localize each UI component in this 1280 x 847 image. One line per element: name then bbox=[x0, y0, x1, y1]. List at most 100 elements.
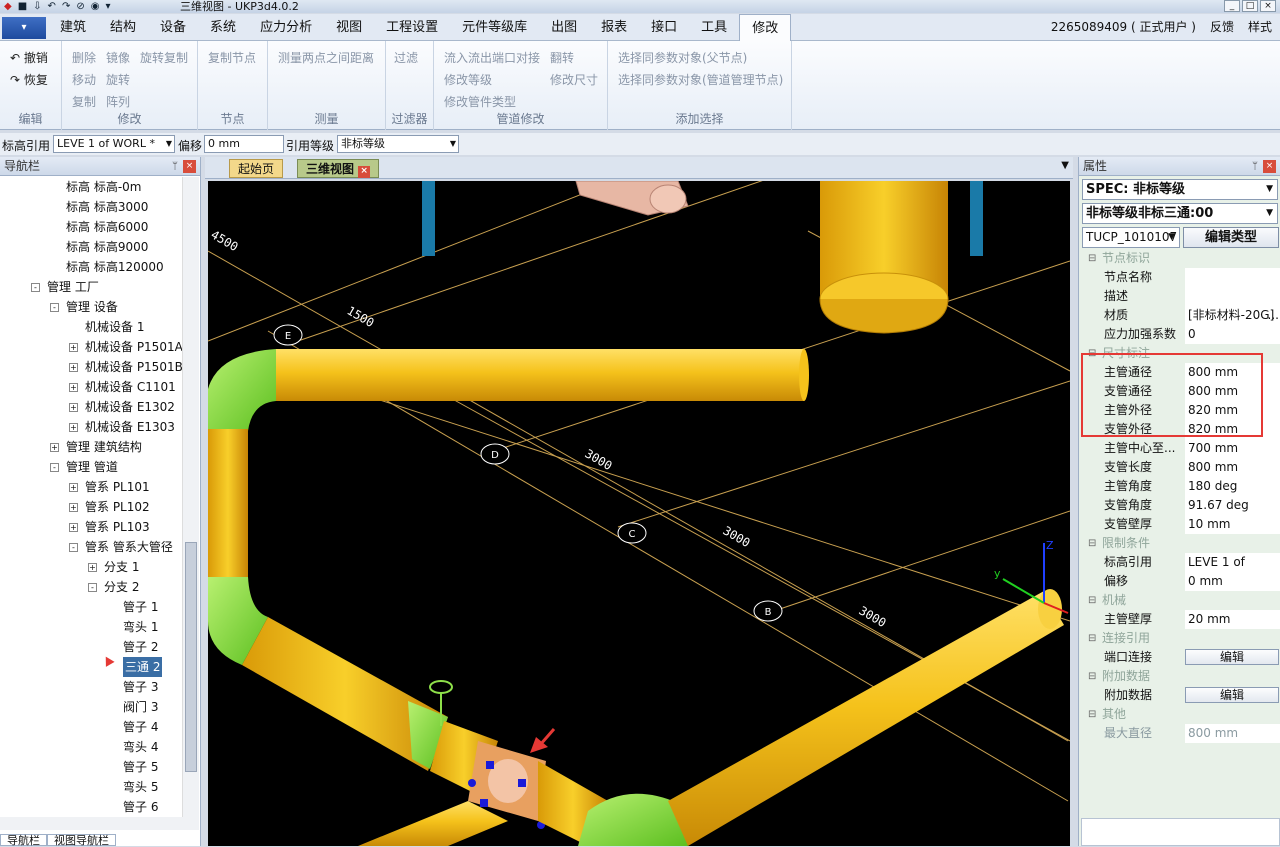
expand-icon[interactable]: + bbox=[69, 363, 78, 372]
tab-1[interactable]: 结构 bbox=[98, 14, 148, 41]
property-value[interactable]: 10 mm bbox=[1185, 515, 1280, 534]
style-menu[interactable]: 样式 bbox=[1248, 14, 1272, 41]
property-category[interactable]: ⊟ 连接引用 bbox=[1082, 629, 1280, 648]
property-value[interactable] bbox=[1185, 268, 1280, 287]
property-value[interactable] bbox=[1185, 287, 1280, 306]
collapse-icon[interactable]: - bbox=[69, 543, 78, 552]
expand-icon[interactable]: + bbox=[69, 503, 78, 512]
property-value[interactable]: 180 deg bbox=[1185, 477, 1280, 496]
expand-icon[interactable]: + bbox=[69, 383, 78, 392]
tab-6[interactable]: 工程设置 bbox=[374, 14, 450, 41]
tree-node[interactable]: 机械设备 E1302 bbox=[85, 397, 175, 417]
tree-node[interactable]: 分支 2 bbox=[104, 577, 139, 597]
tab-7[interactable]: 元件等级库 bbox=[450, 14, 539, 41]
edit-type-button[interactable]: 编辑类型 bbox=[1183, 227, 1279, 248]
port-align-button[interactable]: 流入流出端口对接 bbox=[444, 49, 540, 66]
modify-grade-button[interactable]: 修改等级 bbox=[444, 71, 492, 88]
code-combo[interactable]: TUCP_1010107 ▼ bbox=[1082, 227, 1180, 248]
select-same-pipe-button[interactable]: 选择同参数对象(管道管理节点) bbox=[618, 71, 783, 88]
property-category[interactable]: ⊟ 其他 bbox=[1082, 705, 1280, 724]
collapse-icon[interactable]: ⊟ bbox=[1088, 591, 1096, 610]
flip-button[interactable]: 翻转 bbox=[550, 49, 574, 66]
tabs-dropdown-icon[interactable]: ▼ bbox=[1061, 160, 1069, 171]
modify-size-button[interactable]: 修改尺寸 bbox=[550, 71, 598, 88]
property-value[interactable]: [非标材料-20G]... bbox=[1185, 306, 1280, 325]
tree-node[interactable]: 管理 管道 bbox=[66, 457, 118, 477]
pipe-top[interactable] bbox=[276, 349, 809, 401]
grade-fitting-combo[interactable]: 非标等级非标三通:00 ▼ bbox=[1082, 203, 1278, 224]
tree-node[interactable]: 分支 1 bbox=[104, 557, 139, 577]
array-button[interactable]: 阵列 bbox=[106, 93, 130, 110]
tree-node[interactable]: 管子 5 bbox=[123, 757, 158, 777]
equipment-pump[interactable] bbox=[575, 181, 689, 216]
app-logo-icon[interactable]: ◆ bbox=[4, 0, 12, 13]
tab-12[interactable]: 修改 bbox=[739, 14, 792, 42]
tree-node[interactable]: 管子 3 bbox=[123, 677, 158, 697]
expand-icon[interactable]: + bbox=[69, 423, 78, 432]
property-value[interactable]: 800 mm bbox=[1185, 458, 1280, 477]
tree-node[interactable]: 管子 6 bbox=[123, 797, 158, 817]
collapse-icon[interactable]: - bbox=[31, 283, 40, 292]
pipe-branch[interactable] bbox=[358, 801, 508, 846]
copy-button[interactable]: 复制 bbox=[72, 93, 96, 110]
more-button[interactable]: ... bbox=[1265, 306, 1279, 325]
expand-icon[interactable]: + bbox=[69, 403, 78, 412]
pipe-vertical[interactable] bbox=[208, 429, 248, 579]
collapse-icon[interactable]: - bbox=[50, 303, 59, 312]
undo-quick-icon[interactable]: ↶ bbox=[48, 0, 56, 13]
grade-combo[interactable]: 非标等级 ▼ bbox=[337, 135, 459, 153]
spec-combo[interactable]: SPEC: 非标等级 ▼ bbox=[1082, 179, 1278, 200]
tab-11[interactable]: 工具 bbox=[689, 14, 739, 41]
3d-viewport[interactable]: 4500 1500 3000 3000 3000 E D C B Z y bbox=[208, 181, 1070, 846]
tree-node[interactable]: 标高 标高-0m bbox=[66, 177, 141, 197]
tree-node[interactable]: 管系 管系大管径 bbox=[85, 537, 173, 557]
collapse-icon[interactable]: ⊟ bbox=[1088, 667, 1096, 686]
measure-distance-button[interactable]: 测量两点之间距离 bbox=[278, 49, 374, 66]
tab-5[interactable]: 视图 bbox=[324, 14, 374, 41]
modify-fitting-button[interactable]: 修改管件类型 bbox=[444, 93, 516, 110]
collapse-icon[interactable]: - bbox=[88, 583, 97, 592]
file-menu-button[interactable]: ▾ bbox=[2, 17, 46, 39]
collapse-icon[interactable]: ⊟ bbox=[1088, 629, 1096, 648]
elbow-1[interactable] bbox=[208, 349, 276, 431]
close-window-button[interactable]: × bbox=[1260, 0, 1276, 12]
tree-node[interactable]: 机械设备 E1303 bbox=[85, 417, 175, 437]
property-edit-button[interactable]: 编辑 bbox=[1185, 687, 1279, 703]
expand-icon[interactable]: + bbox=[69, 483, 78, 492]
collapse-icon[interactable]: ⊟ bbox=[1088, 705, 1096, 724]
pin-icon[interactable]: ᛘ bbox=[1252, 157, 1258, 176]
property-value[interactable]: 91.67 deg bbox=[1185, 496, 1280, 515]
maximize-button[interactable]: □ bbox=[1242, 0, 1258, 12]
tab-9[interactable]: 报表 bbox=[589, 14, 639, 41]
property-category[interactable]: ⊟ 附加数据 bbox=[1082, 667, 1280, 686]
pin-icon[interactable]: ᛘ bbox=[172, 157, 178, 176]
tree-node[interactable]: 管理 工厂 bbox=[47, 277, 99, 297]
tree-vscrollbar[interactable] bbox=[182, 177, 199, 817]
delete-button[interactable]: 删除 bbox=[72, 49, 96, 66]
pipe-5[interactable] bbox=[668, 591, 1064, 846]
property-value[interactable]: 20 mm bbox=[1185, 610, 1280, 629]
select-same-parent-button[interactable]: 选择同参数对象(父节点) bbox=[618, 49, 747, 66]
property-category[interactable]: ⊟ 机械 bbox=[1082, 591, 1280, 610]
minimize-button[interactable]: _ bbox=[1224, 0, 1240, 12]
tab-10[interactable]: 接口 bbox=[639, 14, 689, 41]
tab-8[interactable]: 出图 bbox=[539, 14, 589, 41]
property-value[interactable]: 800 mm bbox=[1185, 724, 1280, 743]
tree-node[interactable]: 标高 标高6000 bbox=[66, 217, 148, 237]
rotate-button[interactable]: 旋转 bbox=[106, 71, 130, 88]
tab-3[interactable]: 系统 bbox=[198, 14, 248, 41]
tree-node[interactable]: 标高 标高3000 bbox=[66, 197, 148, 217]
tab-start-page[interactable]: 起始页 bbox=[229, 159, 284, 178]
collapse-icon[interactable]: - bbox=[50, 463, 59, 472]
tab-4[interactable]: 应力分析 bbox=[248, 14, 324, 41]
tree-node[interactable]: 标高 标高120000 bbox=[66, 257, 164, 277]
tab-0[interactable]: 建筑 bbox=[48, 14, 98, 41]
tree-node[interactable]: 管系 PL101 bbox=[85, 477, 150, 497]
tab-view-navigator[interactable]: 视图导航栏 bbox=[47, 834, 116, 847]
close-icon[interactable]: × bbox=[1263, 160, 1276, 173]
tree-node[interactable]: 弯头 1 bbox=[123, 617, 158, 637]
tab-navigator[interactable]: 导航栏 bbox=[0, 834, 47, 847]
tree-node[interactable]: 管系 PL102 bbox=[85, 497, 150, 517]
tree-node[interactable]: 弯头 4 bbox=[123, 737, 158, 757]
redo-button[interactable]: ↷ 恢复 bbox=[10, 71, 48, 88]
